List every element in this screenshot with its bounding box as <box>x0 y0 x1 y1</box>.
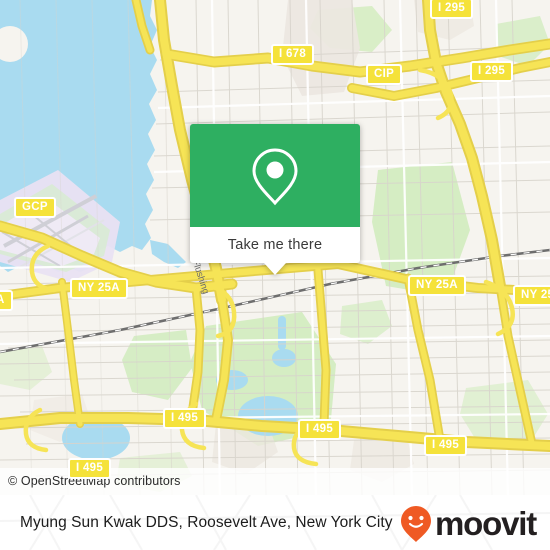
map-pin-outline-icon <box>252 147 298 205</box>
location-popup-card[interactable]: Take me there <box>190 124 360 275</box>
shield-cip: CIP <box>366 64 403 85</box>
footer-bar: Myung Sun Kwak DDS, Roosevelt Ave, New Y… <box>0 495 550 550</box>
location-title: Myung Sun Kwak DDS, Roosevelt Ave, New Y… <box>20 513 393 531</box>
take-me-there-button[interactable]: Take me there <box>190 227 360 263</box>
map-screenshot-page: I 295 I 678 CIP I 295 GCP NY 25A A NY 25… <box>0 0 550 550</box>
shield-i295-right: I 295 <box>470 61 514 82</box>
shield-ny25a-right: NY 25A <box>408 275 466 296</box>
moovit-pin-smile-icon <box>401 506 432 542</box>
shield-ny25a-edge-left: A <box>0 290 13 311</box>
moovit-wordmark: moovit <box>435 505 537 542</box>
shield-i495-b: I 495 <box>298 419 342 440</box>
shield-i678: I 678 <box>271 44 315 65</box>
shield-i495-d: I 495 <box>68 458 112 479</box>
popup-header <box>190 124 360 227</box>
shield-ny25a-edge-right: NY 25A <box>513 285 550 306</box>
shield-i495-c: I 495 <box>424 435 468 456</box>
take-me-there-label: Take me there <box>227 237 323 253</box>
shield-ny25a-left: NY 25A <box>70 278 128 299</box>
shield-i295-top: I 295 <box>430 0 474 19</box>
moovit-brand[interactable]: moovit <box>399 505 537 543</box>
shield-i495-a: I 495 <box>163 408 207 429</box>
popup-pointer <box>264 263 286 275</box>
shield-gcp: GCP <box>14 197 56 218</box>
